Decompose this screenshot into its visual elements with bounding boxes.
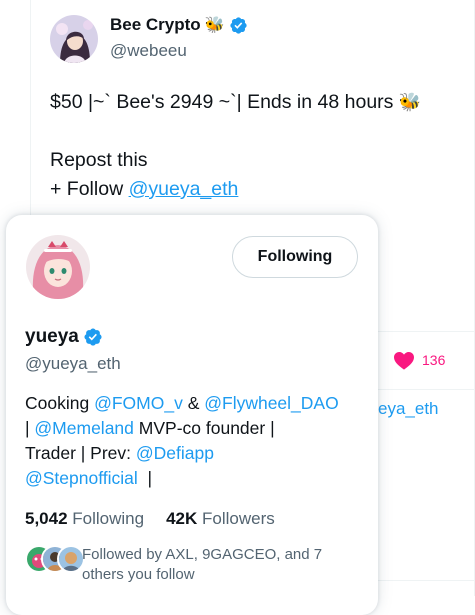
profile-stats: 5,042 Following 42K Followers: [25, 509, 275, 529]
tweet-line-3-prefix: + Follow: [50, 178, 129, 200]
verified-badge-icon: [83, 327, 103, 347]
like-button[interactable]: 136: [392, 348, 445, 372]
profile-hover-card: Following yueya @yueya_eth Cooking @FOMO…: [6, 215, 378, 615]
heart-icon: [392, 348, 416, 372]
tweet-author-name[interactable]: Bee Crypto: [110, 15, 201, 35]
following-stat[interactable]: 5,042 Following: [25, 509, 144, 529]
followed-by-avatars[interactable]: [25, 545, 85, 573]
mention-link-yueya[interactable]: @yueya_eth: [129, 178, 239, 200]
bee-emoji: 🐝: [398, 92, 422, 112]
tweet-author-name-row[interactable]: Bee Crypto 🐝: [110, 15, 248, 35]
bio-text: Cooking: [25, 393, 95, 413]
tweet-author-avatar[interactable]: [50, 15, 98, 63]
bee-emoji: 🐝: [204, 17, 225, 34]
divider: [378, 389, 475, 390]
profile-bio: Cooking @FOMO_v & @Flywheel_DAO | @Memel…: [25, 391, 365, 491]
like-count: 136: [422, 352, 446, 368]
profile-handle[interactable]: @yueya_eth: [25, 354, 121, 374]
followed-by-line-2: others you follow: [82, 566, 195, 583]
verified-badge-icon: [229, 16, 248, 35]
followed-by-text[interactable]: Followed by AXL, 9GAGCEO, and 7 others y…: [82, 545, 352, 585]
mention-link-memeland[interactable]: @Memeland: [34, 418, 133, 438]
following-count: 5,042: [25, 509, 68, 528]
bio-text: |: [137, 468, 153, 488]
bio-text: Trader | Prev:: [25, 443, 136, 463]
following-button[interactable]: Following: [232, 236, 358, 278]
profile-name-row[interactable]: yueya: [25, 326, 103, 348]
followers-count: 42K: [166, 509, 198, 528]
mention-link-defiapp[interactable]: @Defiapp: [136, 443, 214, 463]
tweet-line-1: $50 |~` Bee's 2949 ~`| Ends in 48 hours: [50, 91, 394, 113]
mention-link-flywheel[interactable]: @Flywheel_DAO: [204, 393, 338, 413]
bio-text: |: [25, 418, 35, 438]
tweet-line-2: Repost this: [50, 149, 148, 171]
mention-link-partial[interactable]: eya_eth: [378, 399, 439, 419]
followed-by-line-1: Followed by AXL, 9GAGCEO, and 7: [82, 546, 323, 563]
profile-name[interactable]: yueya: [25, 326, 79, 348]
bio-text: MVP-co founder |: [133, 418, 275, 438]
profile-avatar[interactable]: [26, 235, 90, 299]
mention-link-stepn[interactable]: @Stepnofficial: [25, 468, 138, 488]
following-label: Following: [72, 509, 145, 528]
follower-avatar: [57, 545, 85, 573]
divider: [378, 331, 475, 332]
tweet-text: $50 |~` Bee's 2949 ~`| Ends in 48 hours …: [50, 88, 421, 204]
mention-link-fomo[interactable]: @FOMO_v: [94, 393, 183, 413]
bio-text: &: [182, 393, 205, 413]
followers-label: Followers: [202, 509, 275, 528]
tweet-author-handle[interactable]: @webeeu: [110, 41, 187, 61]
followers-stat[interactable]: 42K Followers: [166, 509, 275, 529]
divider: [378, 580, 475, 581]
